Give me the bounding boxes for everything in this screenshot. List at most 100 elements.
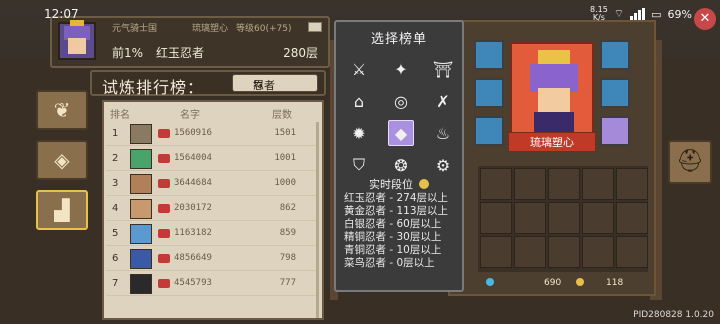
avatar <box>130 124 152 144</box>
row-floors: 1001 <box>274 153 296 163</box>
close-icon: ✕ <box>699 11 711 26</box>
best-floor: 280层 <box>283 46 318 60</box>
battery-percent: 69% <box>667 7 692 21</box>
medal-icon <box>419 179 429 189</box>
avatar <box>130 249 152 269</box>
helmet-button[interactable]: ⛑ <box>668 140 712 184</box>
row-rank: 6 <box>112 253 119 264</box>
diamond-icon: ◈ <box>54 148 70 172</box>
row-name: 4545793 <box>174 278 212 288</box>
shuriken-icon[interactable]: ✦ <box>388 56 414 82</box>
cog-icon[interactable]: ⚙ <box>430 152 456 178</box>
flame-icon[interactable]: ♨ <box>430 120 456 146</box>
row-rank: 2 <box>112 153 119 164</box>
shield-icon[interactable]: ⛉ <box>346 152 372 178</box>
tier-line: 青铜忍者 - 10层以上 <box>344 244 442 256</box>
equip-slot[interactable] <box>600 40 630 70</box>
inventory-cell[interactable] <box>480 236 512 268</box>
gem-count: 690 <box>544 278 562 288</box>
net-speed-unit: K/s <box>592 13 605 22</box>
bag-icon <box>158 279 170 288</box>
sidebar-diamond-button[interactable]: ◈ <box>36 140 88 180</box>
bag-icon <box>158 154 170 163</box>
inventory-cell[interactable] <box>582 236 614 268</box>
status-time: 12:07 <box>44 7 79 21</box>
class-selector[interactable]: 忍者 ⇆ <box>232 74 318 92</box>
swap-icon: ⇆ <box>253 77 264 91</box>
temple-icon[interactable]: ⌂ <box>346 88 372 114</box>
net-speed: 8.15 K/s <box>590 6 608 22</box>
inventory-cell[interactable] <box>548 202 580 234</box>
bag-icon <box>158 254 170 263</box>
status-right-group: 8.15 K/s ⌔ ▭ 69% <box>590 6 692 22</box>
table-row[interactable]: 3 3644684 1000 <box>106 172 318 196</box>
select-list-title: 选择榜单 <box>370 32 427 47</box>
table-header: 排名 名字 层数 <box>104 104 322 121</box>
inventory-cell[interactable] <box>480 202 512 234</box>
tier-line: 黄金忍者 - 113层以上 <box>344 205 449 217</box>
realtime-label: 实时段位 <box>369 178 413 191</box>
inventory-cell[interactable] <box>514 202 546 234</box>
row-rank: 7 <box>112 278 119 289</box>
row-rank: 1 <box>112 128 119 139</box>
coin-icon <box>576 278 584 286</box>
bow-icon[interactable]: ⚔ <box>346 56 372 82</box>
vortex-icon[interactable]: ❂ <box>388 152 414 178</box>
score-count: 118 <box>606 278 624 288</box>
inventory-cell[interactable] <box>480 168 512 200</box>
table-row[interactable]: 5 1163182 859 <box>106 222 318 246</box>
table-scrollbar[interactable] <box>316 122 319 318</box>
leaf-icon: ❦ <box>53 98 71 122</box>
inventory-cell[interactable] <box>582 202 614 234</box>
row-floors: 859 <box>279 228 296 238</box>
table-row[interactable]: 1 1560916 1501 <box>106 122 318 146</box>
inventory-cell[interactable] <box>548 236 580 268</box>
podium-icon: ▟ <box>54 198 70 222</box>
swords-icon[interactable]: ✗ <box>430 88 456 114</box>
ranking-title: 试炼排行榜： <box>102 78 205 97</box>
equip-slot[interactable] <box>474 40 504 70</box>
hero-body <box>534 112 574 132</box>
inventory-cell[interactable] <box>582 168 614 200</box>
ninja-icon[interactable]: ◆ <box>388 120 414 146</box>
gate-icon[interactable]: ⛩ <box>430 56 456 82</box>
row-name: 3644684 <box>174 178 212 188</box>
ranking-table[interactable]: 排名 名字 层数 1 1560916 1501 2 1564004 1001 3… <box>102 100 324 320</box>
equip-slot[interactable] <box>474 116 504 146</box>
row-rank: 4 <box>112 203 119 214</box>
row-name: 4856649 <box>174 253 212 263</box>
inventory-stats: 690 118 <box>478 276 654 292</box>
inventory-cell[interactable] <box>616 202 648 234</box>
inventory-cell[interactable] <box>548 168 580 200</box>
table-row[interactable]: 6 4856649 798 <box>106 247 318 271</box>
status-bar: 12:07 8.15 K/s ⌔ ▭ 69% <box>0 0 720 30</box>
list-icon-grid: ⚔ ✦ ⛩ ⌂ ◎ ✗ ✹ ◆ ♨ ⛉ ❂ ⚙ <box>346 56 456 178</box>
rank-percent: 前1% <box>112 46 144 60</box>
avatar <box>130 199 152 219</box>
inventory-cell[interactable] <box>616 236 648 268</box>
select-list-panel: 选择榜单 ⚔ ✦ ⛩ ⌂ ◎ ✗ ✹ ◆ ♨ ⛉ ❂ ⚙ 实时段位 红玉忍者 -… <box>334 20 464 292</box>
equip-slot[interactable] <box>600 78 630 108</box>
hero-panel: 琉璃塑心 690 118 <box>448 20 656 296</box>
table-row[interactable]: 7 4545793 777 <box>106 272 318 296</box>
equip-slot[interactable] <box>474 78 504 108</box>
avatar <box>130 174 152 194</box>
table-row[interactable]: 2 1564004 1001 <box>106 147 318 171</box>
inventory-cell[interactable] <box>514 236 546 268</box>
inventory-cell[interactable] <box>514 168 546 200</box>
gem-icon <box>486 278 494 286</box>
inventory-cell[interactable] <box>616 168 648 200</box>
row-rank: 5 <box>112 228 119 239</box>
weapon-slot[interactable] <box>600 116 630 146</box>
close-button[interactable]: ✕ <box>694 8 716 30</box>
sidebar-leaf-button[interactable]: ❦ <box>36 90 88 130</box>
swirl-icon[interactable]: ◎ <box>388 88 414 114</box>
gear-icon[interactable]: ✹ <box>346 120 372 146</box>
bag-icon <box>158 179 170 188</box>
table-row[interactable]: 4 2030172 862 <box>106 197 318 221</box>
avatar <box>130 224 152 244</box>
sidebar-leaderboard-button[interactable]: ▟ <box>36 190 88 230</box>
row-name: 1163182 <box>174 228 212 238</box>
bag-icon <box>158 229 170 238</box>
col-name: 名字 <box>180 110 200 121</box>
